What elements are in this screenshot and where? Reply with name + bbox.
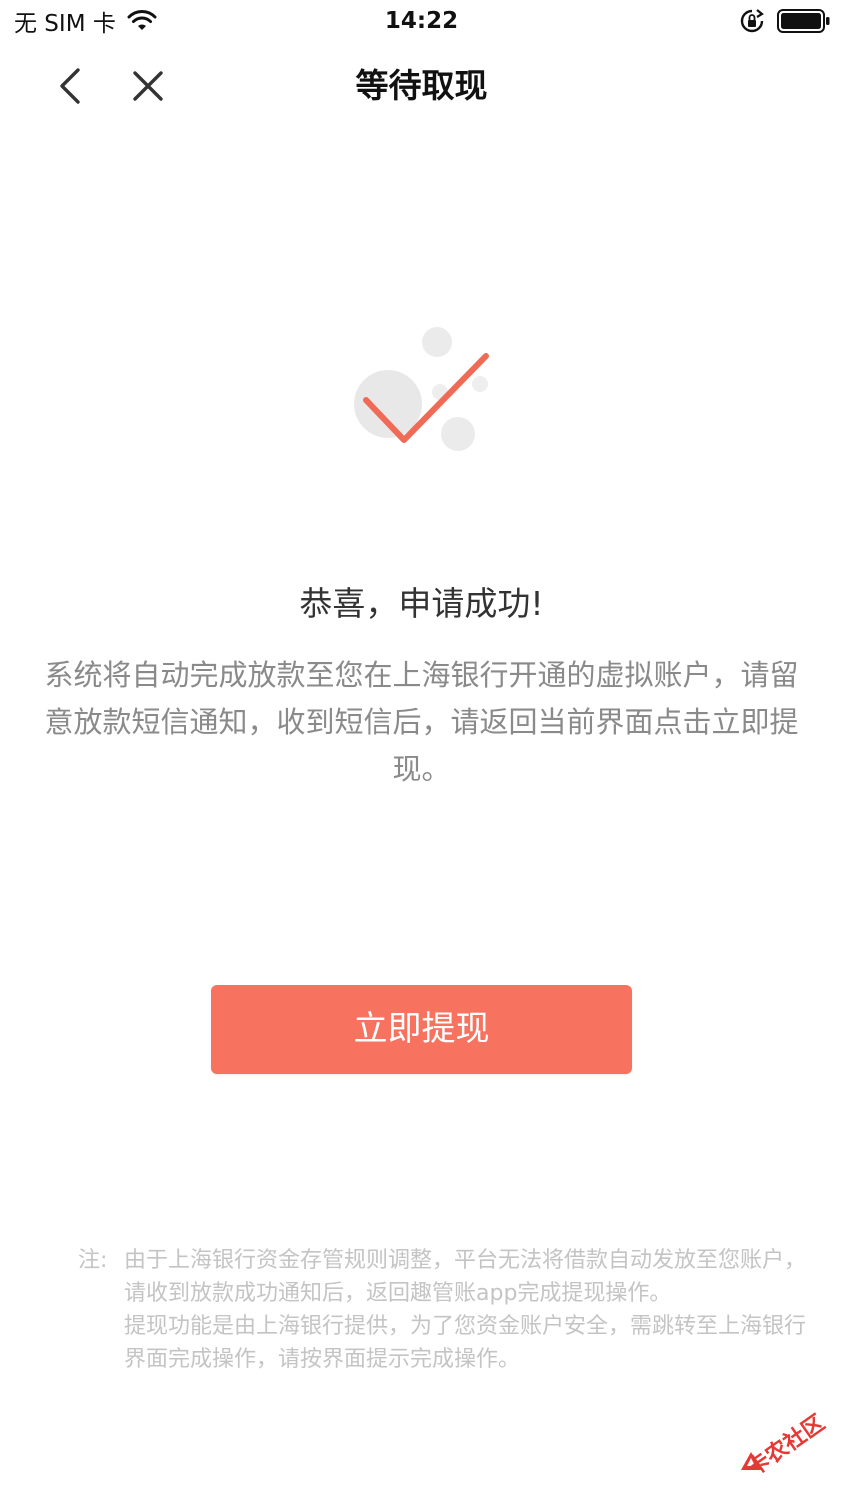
nav-bar: 等待取现 <box>0 44 843 130</box>
note-line-1: 由于上海银行资金存管规则调整，平台无法将借款自动发放至您账户，请收到放款成功通知… <box>124 1248 807 1306</box>
watermark: 卡农社区 <box>725 1410 835 1490</box>
status-right <box>739 6 831 36</box>
note-label: 注: <box>78 1248 108 1273</box>
footnote: 注: 由于上海银行资金存管规则调整，平台无法将借款自动发放至您账户，请收到放款成… <box>78 1244 808 1376</box>
bubble-top <box>422 327 452 357</box>
bubble-right <box>472 376 488 392</box>
success-check-icon <box>354 327 489 451</box>
battery-icon <box>777 9 830 33</box>
withdraw-now-button[interactable]: 立即提现 <box>211 985 632 1074</box>
status-time: 14:22 <box>384 8 459 34</box>
note-body: 由于上海银行资金存管规则调整，平台无法将借款自动发放至您账户，请收到放款成功通知… <box>124 1244 808 1376</box>
note-line-2: 提现功能是由上海银行提供，为了您资金账户安全，需跳转至上海银行界面完成操作，请按… <box>124 1314 807 1372</box>
success-description: 系统将自动完成放款至您在上海银行开通的虚拟账户，请留意放款短信通知，收到短信后，… <box>44 658 799 786</box>
page-title: 等待取现 <box>355 66 488 105</box>
status-bar: 无 SIM 卡 14:22 <box>0 0 843 44</box>
rotation-lock-icon <box>740 9 764 33</box>
bubble-bottom <box>441 417 475 451</box>
watermark-text: 卡农社区 <box>743 1410 830 1482</box>
success-title: 恭喜，申请成功! <box>299 584 544 623</box>
